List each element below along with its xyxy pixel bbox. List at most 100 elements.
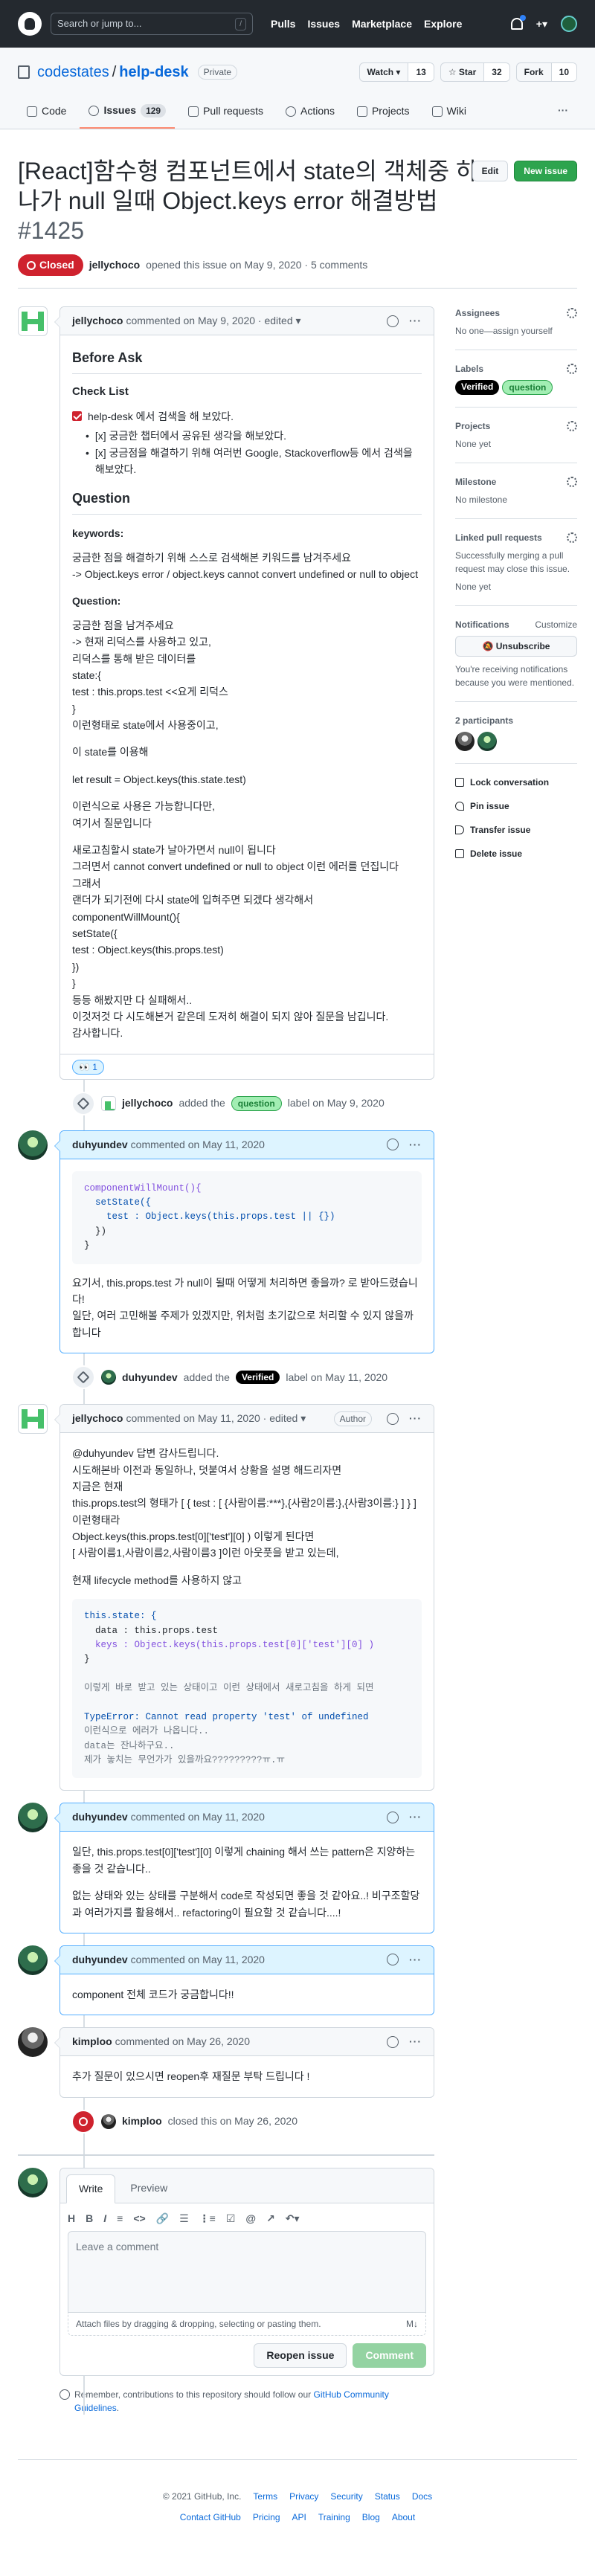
actor-avatar[interactable] — [101, 2113, 116, 2129]
reopen-issue-button[interactable]: Reopen issue — [254, 2342, 347, 2368]
saved-replies-icon[interactable]: ↶▾ — [286, 2211, 300, 2226]
user-avatar[interactable] — [561, 16, 577, 32]
bold-icon[interactable]: B — [86, 2211, 93, 2226]
bulleted-list-icon[interactable]: ☰ — [179, 2211, 189, 2226]
label-question[interactable]: question — [231, 1095, 282, 1111]
assignees-text[interactable]: No one—assign yourself — [455, 324, 577, 338]
watch-button[interactable]: Watch ▾ 13 — [358, 62, 434, 82]
star-button[interactable]: ☆ Star 32 — [440, 62, 510, 82]
github-logo-icon[interactable] — [18, 12, 42, 36]
tab-projects[interactable]: Projects — [348, 97, 419, 129]
fork-count[interactable]: 10 — [551, 63, 576, 81]
more-options-icon[interactable]: ··· — [409, 2034, 422, 2049]
comment-meta[interactable]: commented on May 11, 2020 — [131, 1809, 265, 1825]
comment-author[interactable]: duhyundev — [72, 1809, 128, 1825]
numbered-list-icon[interactable]: ⋮≡ — [199, 2211, 216, 2226]
actor-avatar[interactable] — [101, 1095, 116, 1111]
sidebar-projects[interactable]: Projects None yet — [455, 419, 577, 463]
tab-wiki[interactable]: Wiki — [423, 97, 475, 129]
footer-link-privacy[interactable]: Privacy — [289, 2490, 318, 2503]
code-icon[interactable]: <> — [133, 2211, 145, 2226]
issue-author[interactable]: jellychoco — [89, 257, 140, 273]
watch-count[interactable]: 13 — [408, 63, 434, 81]
comment-meta[interactable]: commented on May 9, 2020 · edited ▾ — [126, 313, 300, 329]
footer-link-status[interactable]: Status — [375, 2490, 400, 2503]
repo-owner-link[interactable]: codestates — [37, 61, 109, 83]
footer-link-about[interactable]: About — [392, 2511, 415, 2524]
comment-author[interactable]: duhyundev — [72, 1137, 128, 1153]
event-actor[interactable]: jellychoco — [122, 1095, 173, 1111]
reaction-eyes[interactable]: 👀 1 — [72, 1059, 104, 1075]
gear-icon[interactable] — [567, 421, 577, 431]
avatar[interactable] — [18, 2167, 48, 2197]
quote-icon[interactable]: ≡ — [117, 2211, 123, 2226]
tab-issues[interactable]: Issues 129 — [80, 97, 176, 129]
add-reaction-icon[interactable] — [387, 315, 399, 327]
tab-code[interactable]: Code — [18, 97, 75, 129]
avatar[interactable] — [18, 306, 48, 336]
avatar[interactable] — [18, 1404, 48, 1434]
event-actor[interactable]: duhyundev — [122, 1370, 178, 1385]
comment-author[interactable]: jellychoco — [72, 1411, 123, 1426]
avatar[interactable] — [18, 2027, 48, 2058]
mention-icon[interactable]: @ — [245, 2211, 256, 2226]
add-reaction-icon[interactable] — [387, 1954, 399, 1966]
comment-meta[interactable]: commented on May 11, 2020 · edited ▾ — [126, 1411, 306, 1426]
comment-meta[interactable]: commented on May 26, 2020 — [115, 2034, 250, 2049]
comment-meta[interactable]: commented on May 11, 2020 — [131, 1137, 265, 1153]
task-list-icon[interactable]: ☑ — [226, 2211, 236, 2226]
more-options-icon[interactable]: ··· — [409, 313, 422, 329]
tab-actions[interactable]: Actions — [277, 97, 344, 129]
edit-title-button[interactable]: Edit — [472, 161, 509, 181]
repo-name-link[interactable]: help-desk — [119, 61, 188, 83]
delete-issue-button[interactable]: Delete issue — [455, 847, 577, 860]
notification-bell-icon[interactable] — [510, 15, 526, 30]
avatar[interactable] — [18, 1130, 48, 1160]
sidebar-linked-prs[interactable]: Linked pull requests Successfully mergin… — [455, 531, 577, 606]
nav-issues[interactable]: Issues — [307, 16, 340, 32]
footer-link-api[interactable]: API — [292, 2511, 306, 2524]
event-actor[interactable]: kimploo — [122, 2113, 162, 2129]
footer-link-terms[interactable]: Terms — [253, 2490, 277, 2503]
comment-author[interactable]: duhyundev — [72, 1952, 128, 1968]
add-reaction-icon[interactable] — [387, 1139, 399, 1151]
more-options-icon[interactable]: ··· — [409, 1411, 422, 1426]
label-question[interactable]: question — [502, 380, 553, 395]
comment-author[interactable]: jellychoco — [72, 313, 123, 329]
create-new-button[interactable]: +▾ — [536, 16, 547, 32]
add-reaction-icon[interactable] — [387, 2035, 399, 2048]
participant-avatar[interactable] — [455, 732, 475, 751]
footer-link-blog[interactable]: Blog — [362, 2511, 380, 2524]
label-verified[interactable]: Verified — [455, 380, 500, 395]
avatar[interactable] — [18, 1803, 48, 1833]
nav-marketplace[interactable]: Marketplace — [352, 16, 412, 32]
heading-icon[interactable]: H — [68, 2211, 75, 2226]
more-options-icon[interactable]: ··· — [409, 1809, 422, 1825]
lock-conversation-button[interactable]: Lock conversation — [455, 776, 577, 789]
comment-author[interactable]: kimploo — [72, 2034, 112, 2049]
footer-link-security[interactable]: Security — [330, 2490, 362, 2503]
tab-write[interactable]: Write — [66, 2174, 116, 2203]
link-icon[interactable]: 🔗 — [156, 2211, 169, 2226]
transfer-issue-button[interactable]: Transfer issue — [455, 823, 577, 837]
fork-button[interactable]: Fork 10 — [515, 62, 577, 82]
tab-pull-requests[interactable]: Pull requests — [179, 97, 272, 129]
gear-icon[interactable] — [567, 364, 577, 374]
sidebar-labels[interactable]: Labels Verified question — [455, 362, 577, 408]
star-count[interactable]: 32 — [484, 63, 509, 81]
unsubscribe-button[interactable]: 🔕 Unsubscribe — [455, 636, 577, 657]
pin-issue-button[interactable]: Pin issue — [455, 799, 577, 813]
participant-avatar[interactable] — [477, 732, 497, 751]
new-issue-button[interactable]: New issue — [514, 161, 577, 181]
comment-meta[interactable]: commented on May 11, 2020 — [131, 1952, 265, 1968]
italic-icon[interactable]: I — [103, 2211, 106, 2226]
more-options-icon[interactable]: ··· — [409, 1137, 422, 1153]
tab-preview[interactable]: Preview — [118, 2174, 179, 2203]
gear-icon[interactable] — [567, 477, 577, 487]
tabs-more-button[interactable]: ··· — [549, 97, 577, 129]
avatar[interactable] — [18, 1945, 48, 1975]
nav-explore[interactable]: Explore — [424, 16, 462, 32]
gear-icon[interactable] — [567, 532, 577, 543]
sidebar-assignees[interactable]: Assignees No one—assign yourself — [455, 306, 577, 350]
customize-link[interactable]: Customize — [535, 618, 577, 631]
